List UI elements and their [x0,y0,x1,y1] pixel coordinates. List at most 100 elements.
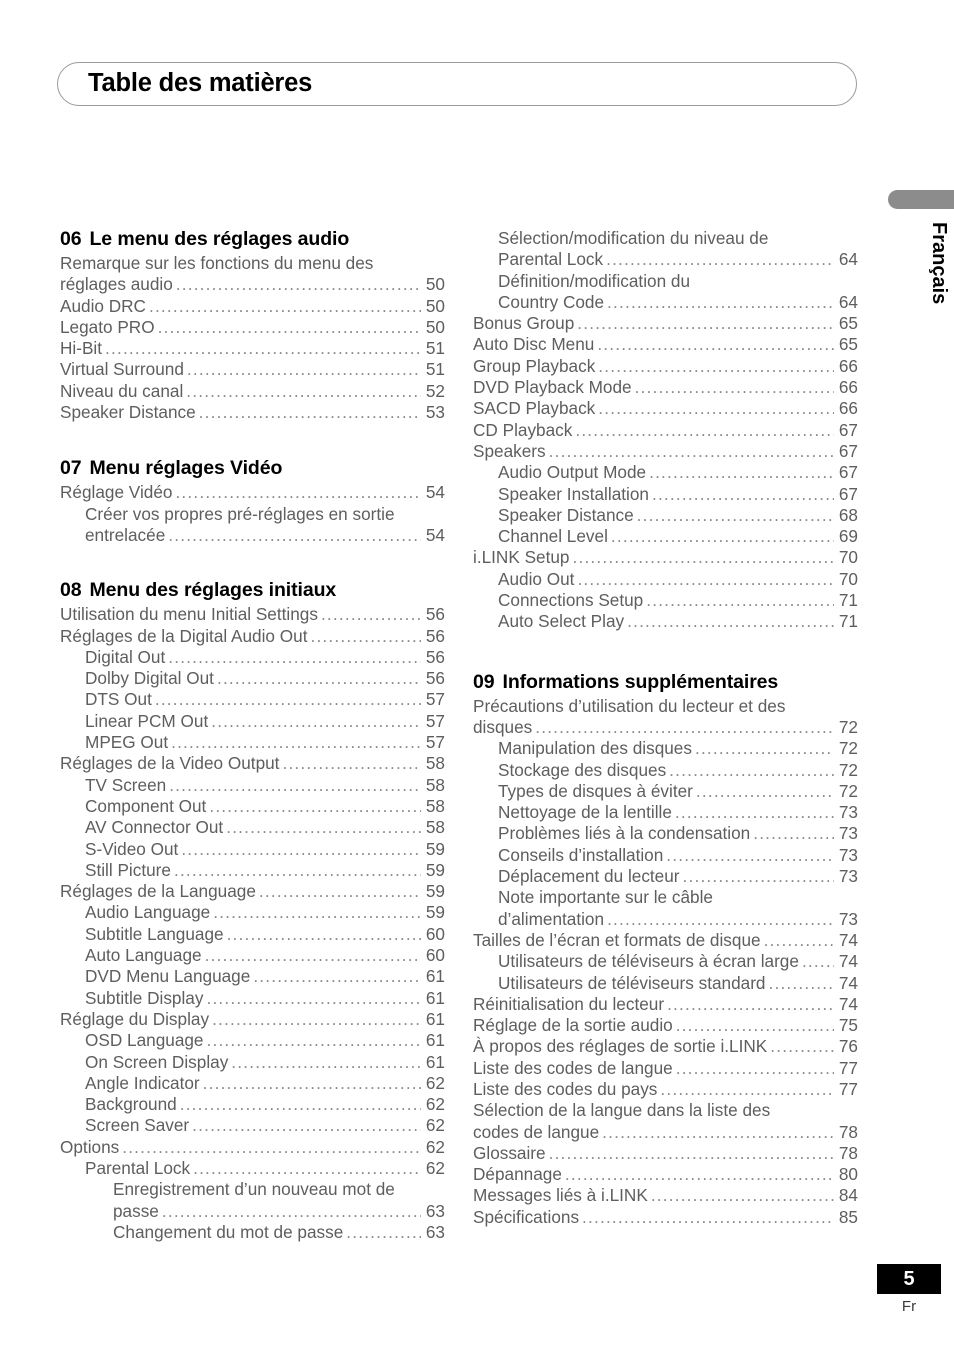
toc-entry-page-number: 61 [425,1008,445,1029]
toc-entry[interactable]: Auto Select Play........................… [473,611,858,632]
toc-entry[interactable]: Liste des codes de langue...............… [473,1058,858,1079]
toc-entry-page-number: 53 [425,402,445,423]
page-title: Table des matières [88,69,313,97]
toc-entry[interactable]: Speaker Distance........................… [473,505,858,526]
toc-entry-label: Utilisateurs de téléviseurs à écran larg… [498,951,799,972]
toc-entry[interactable]: Liste des codes du pays.................… [473,1079,858,1100]
toc-entry[interactable]: Utilisation du menu Initial Settings....… [60,604,445,625]
toc-entry[interactable]: Auto Disc Menu..........................… [473,334,858,355]
toc-entry[interactable]: codes de langue.........................… [473,1122,858,1143]
toc-entry[interactable]: disques.................................… [473,717,858,738]
toc-entry[interactable]: Component Out...........................… [60,796,445,817]
toc-entry-page-number: 72 [838,716,858,737]
toc-entry[interactable]: d’alimentation..........................… [473,909,858,930]
toc-entry[interactable]: Utilisateurs de téléviseurs standard....… [473,973,858,994]
toc-entry-page-number: 64 [838,291,858,312]
toc-entry[interactable]: Réglage Vidéo...........................… [60,482,445,503]
toc-entry-label: À propos des réglages de sortie i.LINK [473,1036,768,1057]
toc-entry[interactable]: À propos des réglages de sortie i.LINK..… [473,1036,858,1057]
toc-entry-page-number: 51 [425,359,445,380]
toc-entry[interactable]: Country Code............................… [473,292,858,313]
toc-entry-label: Dépannage [473,1164,562,1185]
toc-entry-page-number: 59 [425,838,445,859]
toc-entry[interactable]: passe...................................… [60,1201,445,1222]
toc-entry-page-number: 77 [838,1078,858,1099]
toc-leader-dots: ........................................… [226,923,421,944]
toc-entry[interactable]: Types de disques à éviter...............… [473,781,858,802]
toc-entry[interactable]: Speaker Installation....................… [473,484,858,505]
toc-entry-label: Legato PRO [60,316,155,337]
toc-entry[interactable]: Bonus Group.............................… [473,313,858,334]
toc-entry[interactable]: Réglage du Display......................… [60,1009,445,1030]
toc-entry[interactable]: Spécifications..........................… [473,1207,858,1228]
toc-entry[interactable]: Group Playback..........................… [473,356,858,377]
toc-entry-page-number: 67 [838,483,858,504]
toc-entry[interactable]: Auto Language...........................… [60,945,445,966]
toc-entry[interactable]: Utilisateurs de téléviseurs à écran larg… [473,951,858,972]
toc-entry[interactable]: CD Playback.............................… [473,420,858,441]
toc-entry[interactable]: Connections Setup.......................… [473,590,858,611]
toc-entry[interactable]: i.LINK Setup............................… [473,547,858,568]
toc-entry[interactable]: DTS Out.................................… [60,689,445,710]
toc-leader-dots: ........................................… [186,359,421,380]
toc-entry[interactable]: Audio Out...............................… [473,569,858,590]
toc-entry[interactable]: S-Video Out.............................… [60,839,445,860]
toc-entry[interactable]: Réinitialisation du lecteur.............… [473,994,858,1015]
toc-leader-dots: ........................................… [171,732,421,753]
toc-entry[interactable]: Dépannage...............................… [473,1164,858,1185]
toc-entry[interactable]: On Screen Display.......................… [60,1052,445,1073]
toc-entry[interactable]: Background..............................… [60,1094,445,1115]
toc-entry[interactable]: Subtitle Language.......................… [60,924,445,945]
toc-entry[interactable]: Stockage des disques....................… [473,760,858,781]
toc-entry[interactable]: Dolby Digital Out.......................… [60,668,445,689]
toc-entry[interactable]: entrelacée..............................… [60,525,445,546]
toc-entry[interactable]: Réglages de la Digital Audio Out........… [60,626,445,647]
toc-entry[interactable]: Changement du mot de passe..............… [60,1222,445,1243]
toc-entry-label: Still Picture [85,859,171,880]
toc-entry[interactable]: Digital Out.............................… [60,647,445,668]
toc-entry-label: Screen Saver [85,1115,190,1136]
toc-entry-label: Glossaire [473,1142,546,1163]
toc-entry[interactable]: Nettoyage de la lentille................… [473,802,858,823]
toc-entry[interactable]: Réglages de la Video Output.............… [60,753,445,774]
toc-entry[interactable]: Problèmes liés à la condensation........… [473,823,858,844]
toc-entry[interactable]: Screen Saver............................… [60,1115,445,1136]
toc-entry[interactable]: Audio Language..........................… [60,902,445,923]
toc-entry[interactable]: Manipulation des disques................… [473,738,858,759]
toc-entry[interactable]: Speakers................................… [473,441,858,462]
toc-entry[interactable]: Déplacement du lecteur..................… [473,866,858,887]
toc-entry[interactable]: Virtual Surround........................… [60,359,445,380]
toc-entry[interactable]: Conseils d’installation.................… [473,845,858,866]
toc-entry[interactable]: MPEG Out................................… [60,732,445,753]
toc-entry[interactable]: Parental Lock...........................… [60,1158,445,1179]
toc-entry[interactable]: Niveau du canal.........................… [60,381,445,402]
toc-entry[interactable]: Audio DRC...............................… [60,296,445,317]
toc-entry[interactable]: SACD Playback...........................… [473,398,858,419]
toc-entry[interactable]: Options.................................… [60,1137,445,1158]
toc-entry[interactable]: Channel Level...........................… [473,526,858,547]
toc-entry[interactable]: Subtitle Display........................… [60,988,445,1009]
toc-entry[interactable]: Hi-Bit..................................… [60,338,445,359]
toc-entry[interactable]: DVD Menu Language.......................… [60,966,445,987]
toc-entry[interactable]: Messages liés à i.LINK..................… [473,1185,858,1206]
toc-entry[interactable]: OSD Language............................… [60,1030,445,1051]
toc-entry[interactable]: Linear PCM Out..........................… [60,711,445,732]
toc-entry[interactable]: Legato PRO..............................… [60,317,445,338]
toc-entry[interactable]: AV Connector Out........................… [60,817,445,838]
toc-entry[interactable]: TV Screen...............................… [60,775,445,796]
toc-entry[interactable]: réglages audio..........................… [60,274,445,295]
toc-entry-label: CD Playback [473,419,573,440]
toc-entry[interactable]: Still Picture...........................… [60,860,445,881]
toc-entry[interactable]: Glossaire...............................… [473,1143,858,1164]
toc-entry[interactable]: Réglage de la sortie audio..............… [473,1015,858,1036]
toc-entry[interactable]: Audio Output Mode.......................… [473,462,858,483]
toc-entry-label: Options [60,1136,120,1157]
toc-entry-label: Subtitle Language [85,923,224,944]
toc-entry[interactable]: Réglages de la Language.................… [60,881,445,902]
toc-entry[interactable]: Speaker Distance........................… [60,402,445,423]
toc-entry[interactable]: Angle Indicator.........................… [60,1073,445,1094]
toc-leader-dots: ........................................… [548,440,834,461]
toc-entry[interactable]: DVD Playback Mode.......................… [473,377,858,398]
toc-entry[interactable]: Tailles de l’écran et formats de disque.… [473,930,858,951]
toc-entry[interactable]: Parental Lock...........................… [473,249,858,270]
